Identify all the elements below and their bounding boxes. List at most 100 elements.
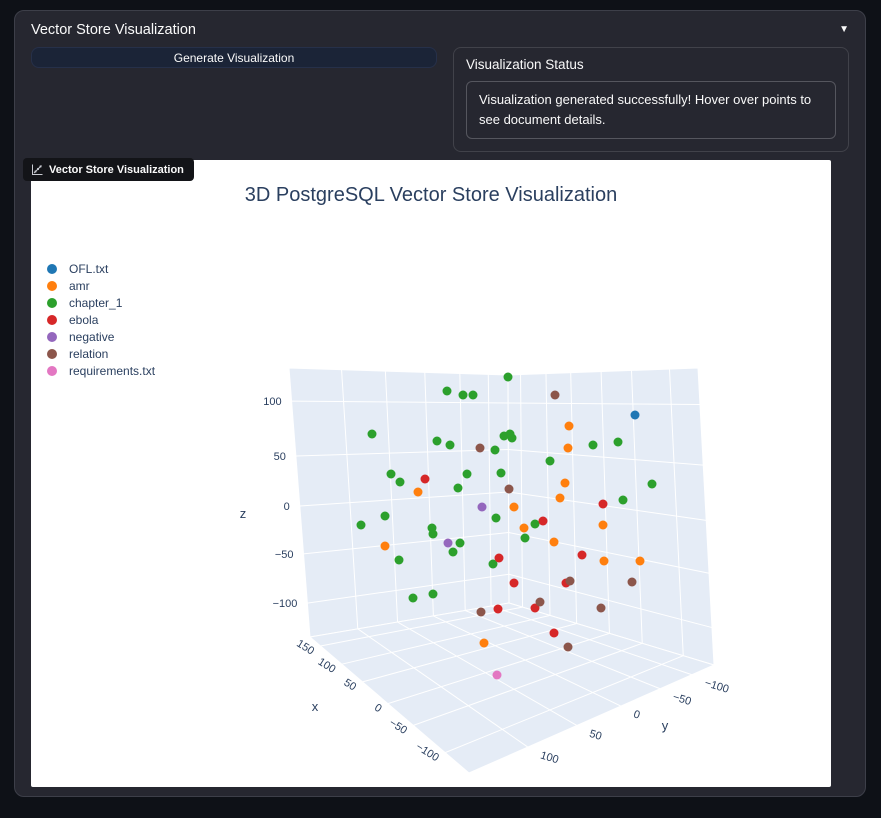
- data-point-amr[interactable]: [380, 541, 390, 551]
- data-point-chapter_1[interactable]: [380, 511, 390, 521]
- status-heading: Visualization Status: [466, 57, 584, 72]
- data-point-chapter_1[interactable]: [448, 547, 458, 557]
- expander-title: Vector Store Visualization: [31, 22, 196, 38]
- plot-panel: Vector Store Visualization 3D PostgreSQL…: [23, 158, 831, 787]
- data-point-chapter_1[interactable]: [445, 440, 455, 450]
- z-tick-label: 100: [263, 396, 281, 408]
- y-tick-label: 0: [632, 708, 641, 721]
- data-point-amr[interactable]: [479, 638, 489, 648]
- generate-visualization-button[interactable]: Generate Visualization: [31, 47, 437, 68]
- data-point-chapter_1[interactable]: [442, 386, 452, 396]
- data-point-relation[interactable]: [563, 642, 573, 652]
- data-point-amr[interactable]: [509, 502, 519, 512]
- data-point-amr[interactable]: [555, 493, 565, 503]
- status-panel: Visualization Status Visualization gener…: [453, 47, 849, 153]
- data-point-chapter_1[interactable]: [496, 468, 506, 478]
- legend-item-amr[interactable]: amr: [47, 277, 155, 294]
- legend-item-ebola[interactable]: ebola: [47, 311, 155, 328]
- data-point-chapter_1[interactable]: [428, 529, 438, 539]
- status-message: Visualization generated successfully! Ho…: [466, 81, 836, 140]
- legend-swatch-icon: [47, 297, 57, 308]
- data-point-chapter_1[interactable]: [394, 555, 404, 565]
- x-tick-label: 0: [372, 702, 384, 715]
- data-point-ebola[interactable]: [509, 578, 519, 588]
- wall-left: [288, 367, 510, 638]
- data-point-chapter_1[interactable]: [455, 538, 465, 548]
- data-point-amr[interactable]: [519, 523, 529, 533]
- data-point-amr[interactable]: [599, 556, 609, 566]
- plot-tab: Vector Store Visualization: [23, 158, 194, 181]
- data-point-amr[interactable]: [413, 487, 423, 497]
- collapse-chevron-icon[interactable]: ▼: [839, 25, 849, 35]
- x-tick-label: 100: [316, 656, 338, 676]
- controls-row: Generate Visualization Visualization Sta…: [15, 47, 865, 153]
- data-point-relation[interactable]: [476, 607, 486, 617]
- legend-swatch-icon: [47, 314, 57, 325]
- data-point-chapter_1[interactable]: [462, 469, 472, 479]
- legend-swatch-icon: [47, 280, 57, 291]
- data-point-chapter_1[interactable]: [458, 390, 468, 400]
- data-point-chapter_1[interactable]: [491, 513, 501, 523]
- data-point-relation[interactable]: [627, 577, 637, 587]
- data-point-relation[interactable]: [550, 390, 560, 400]
- scatter-chart-icon: [32, 164, 43, 175]
- data-point-chapter_1[interactable]: [503, 372, 513, 382]
- data-point-ebola[interactable]: [549, 628, 559, 638]
- data-point-relation[interactable]: [535, 597, 545, 607]
- legend-item-relation[interactable]: relation: [47, 345, 155, 362]
- data-point-requirements.txt[interactable]: [492, 670, 502, 680]
- data-point-negative[interactable]: [477, 502, 487, 512]
- data-point-chapter_1[interactable]: [490, 445, 500, 455]
- legend-label: relation: [69, 346, 109, 361]
- y-tick-label: −100: [703, 677, 730, 696]
- data-point-chapter_1[interactable]: [613, 437, 623, 447]
- data-point-relation[interactable]: [596, 603, 606, 613]
- data-point-ebola[interactable]: [538, 516, 548, 526]
- expander-card: Vector Store Visualization ▼ Generate Vi…: [14, 10, 866, 797]
- data-point-chapter_1[interactable]: [453, 483, 463, 493]
- data-point-amr[interactable]: [564, 421, 574, 431]
- data-point-chapter_1[interactable]: [647, 479, 657, 489]
- data-point-ebola[interactable]: [598, 499, 608, 509]
- data-point-chapter_1[interactable]: [468, 390, 478, 400]
- scene-3d[interactable]: 100500−50−100150100500−50−100−100−500501…: [31, 160, 831, 787]
- z-axis-label: z: [240, 506, 247, 521]
- data-point-negative[interactable]: [443, 538, 453, 548]
- data-point-chapter_1[interactable]: [428, 589, 438, 599]
- data-point-relation[interactable]: [475, 443, 485, 453]
- data-point-chapter_1[interactable]: [507, 433, 517, 443]
- data-point-ebola[interactable]: [420, 474, 430, 484]
- data-point-amr[interactable]: [598, 520, 608, 530]
- data-point-chapter_1[interactable]: [588, 440, 598, 450]
- data-point-amr[interactable]: [635, 556, 645, 566]
- data-point-chapter_1[interactable]: [367, 429, 377, 439]
- data-point-chapter_1[interactable]: [356, 520, 366, 530]
- data-point-chapter_1[interactable]: [545, 456, 555, 466]
- data-point-amr[interactable]: [563, 443, 573, 453]
- data-point-ebola[interactable]: [493, 604, 503, 614]
- y-tick-label: −50: [671, 691, 692, 708]
- x-axis-label: x: [312, 699, 319, 714]
- y-axis-label: y: [662, 718, 669, 733]
- x-tick-label: −50: [387, 717, 409, 737]
- data-point-chapter_1[interactable]: [395, 477, 405, 487]
- data-point-amr[interactable]: [549, 537, 559, 547]
- legend-item-negative[interactable]: negative: [47, 328, 155, 345]
- data-point-amr[interactable]: [560, 478, 570, 488]
- data-point-relation[interactable]: [504, 484, 514, 494]
- legend-item-chapter_1[interactable]: chapter_1: [47, 294, 155, 311]
- data-point-chapter_1[interactable]: [386, 469, 396, 479]
- legend-label: negative: [69, 329, 115, 344]
- expander-header[interactable]: Vector Store Visualization ▼: [15, 11, 865, 47]
- data-point-OFL.txt[interactable]: [630, 410, 640, 420]
- data-point-chapter_1[interactable]: [618, 495, 628, 505]
- legend-item-requirements.txt[interactable]: requirements.txt: [47, 362, 155, 379]
- data-point-ebola[interactable]: [494, 553, 504, 563]
- data-point-chapter_1[interactable]: [432, 436, 442, 446]
- data-point-chapter_1[interactable]: [408, 593, 418, 603]
- data-point-relation[interactable]: [565, 576, 575, 586]
- data-point-chapter_1[interactable]: [530, 519, 540, 529]
- data-point-ebola[interactable]: [577, 550, 587, 560]
- legend-item-OFL.txt[interactable]: OFL.txt: [47, 260, 155, 277]
- data-point-chapter_1[interactable]: [520, 533, 530, 543]
